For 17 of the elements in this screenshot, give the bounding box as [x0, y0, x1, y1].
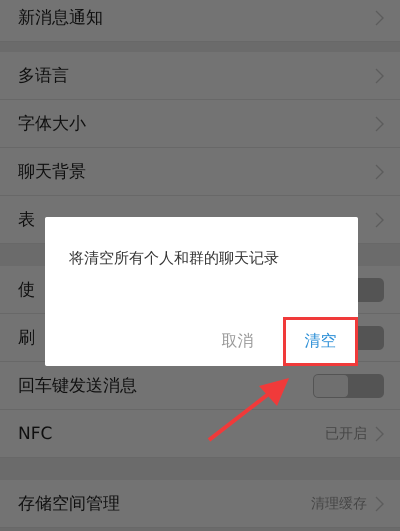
row-label: NFC [18, 424, 52, 444]
settings-row[interactable]: 字体大小 [0, 100, 400, 148]
settings-row[interactable]: 新消息通知 [0, 0, 400, 42]
row-label: 回车键发送消息 [18, 375, 137, 397]
row-label: 多语言 [18, 65, 69, 87]
dialog-message: 将清空所有个人和群的聊天记录 [69, 249, 280, 268]
toggle-switch[interactable] [313, 374, 384, 398]
row-label: 使 [18, 279, 35, 301]
row-label: 字体大小 [18, 113, 86, 135]
row-label: 聊天背景 [18, 161, 86, 183]
row-label: 表 [18, 209, 35, 231]
row-label: 存储空间管理 [18, 493, 120, 515]
row-label: 新消息通知 [18, 7, 103, 29]
settings-row[interactable]: 多语言 [0, 52, 400, 100]
settings-row[interactable]: 聊天背景 [0, 148, 400, 196]
row-label: 刷 [18, 327, 35, 349]
dialog-button[interactable]: 清空 [283, 317, 358, 366]
